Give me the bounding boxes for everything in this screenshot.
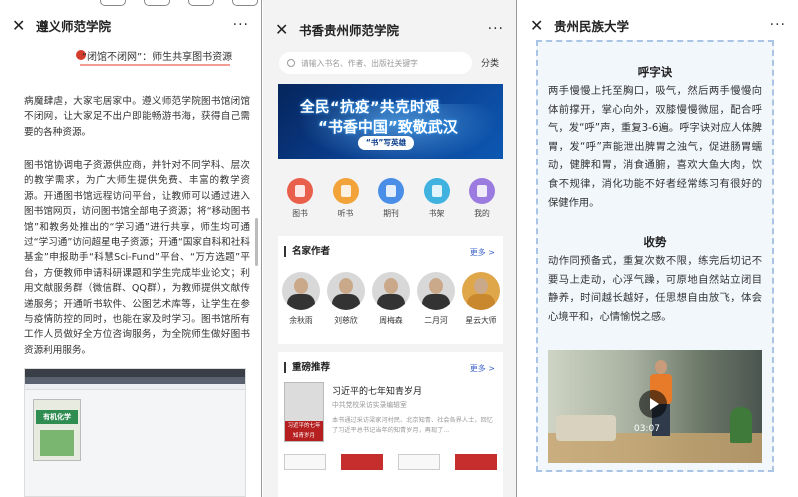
book-item[interactable]: 习近平的七年知青岁月 习近平的七年知青岁月 中共党校采访实录编辑室 本书通过采访… [284,382,497,444]
book-icon [287,178,313,204]
more-icon[interactable]: ··· [770,17,786,33]
paragraph: 病魔肆虐，大家宅居家中。遵义师范学院图书馆闭馆不闭网，让大家足不出户即能畅游书海… [24,96,250,138]
nav-mine[interactable]: 我的 [468,178,496,219]
section-text: 两手慢慢上托至胸口，吸气，然后两手慢慢向体前撑开，掌心向外，双膝慢慢微屈，配合呼… [548,85,762,209]
nav-icons: 图书 听书 期刊 书架 我的 [286,178,496,219]
author-item[interactable]: 星云大师 [460,272,502,326]
book-description: 本书通过采访梁家河村民、北京知青、社会各界人士，回忆了习近平总书记当年的知青岁月… [332,417,493,434]
more-link[interactable]: 更多 > [470,247,495,258]
user-icon [469,178,495,204]
book-thumb[interactable] [284,454,326,470]
book-thumb[interactable] [455,454,497,470]
play-icon[interactable] [639,390,667,418]
book-thumb[interactable] [398,454,440,470]
banner-line1: 全民“抗疫”共克时艰 [300,100,441,116]
avatar [417,272,455,310]
journal-icon [378,178,404,204]
book-cover[interactable]: 有机化学 [33,399,81,461]
book-strip [284,454,497,470]
page-title: 遵义师范学院 [36,18,112,34]
avatar [462,272,500,310]
close-icon[interactable]: ✕ [530,16,546,35]
section-title: 重磅推荐 [284,362,330,373]
authors-card: 名家作者 更多 > 余秋雨 刘慈欣 周梅森 二月河 星云大师 [278,236,503,344]
panel-zunyi: ✕ 遵义师范学院 ··· “闭馆不闭网”：师生共享图书资源 病魔肆虐，大家宅居家… [0,0,262,497]
section-text: 动作同预备式，重复次数不限，练完后切记不要马上走动，心浮气躁，可原地自然站立闭目… [548,255,762,323]
panel-guizhou-normal: ✕ 书香贵州师范学院 ··· 请输入书名、作者、出版社关键字 分类 全民“抗疫”… [263,0,517,497]
close-icon[interactable]: ✕ [275,20,291,39]
recommend-card: 重磅推荐 更多 > 习近平的七年知青岁月 习近平的七年知青岁月 中共党校采访实录… [278,352,503,497]
avatar [327,272,365,310]
more-icon[interactable]: ··· [233,17,249,33]
title-bar: ✕ 书香贵州师范学院 ··· [263,8,516,50]
book-title: 习近平的七年知青岁月 [332,387,423,397]
book-publisher: 中共党校采访实录编辑室 [332,401,407,409]
article-heading: “闭馆不闭网”：师生共享图书资源 [81,52,233,63]
heading-underline [80,64,230,66]
article-frame: 呼字诀 两手慢慢上托至胸口，吸气，然后两手慢慢向体前撑开，掌心向外，双膝慢慢微屈… [536,40,774,472]
more-icon[interactable]: ··· [488,21,504,37]
author-item[interactable]: 二月河 [415,272,457,326]
author-item[interactable]: 周梅森 [370,272,412,326]
nav-journals[interactable]: 期刊 [377,178,405,219]
avatar [372,272,410,310]
close-icon[interactable]: ✕ [12,16,28,35]
more-link[interactable]: 更多 > [470,363,495,374]
book-cover: 习近平的七年知青岁月 [284,382,324,442]
scrollbar[interactable] [255,218,258,266]
section-title: 收势 [643,235,667,249]
banner-line2: “书香中国”致敬武汉 [318,118,458,136]
category-link[interactable]: 分类 [481,56,499,69]
search-input[interactable]: 请输入书名、作者、出版社关键字 [279,52,472,74]
nav-audiobooks[interactable]: 听书 [332,178,360,219]
banner[interactable]: 全民“抗疫”共克时艰 “书香中国”致敬武汉 “书”写英雄 [278,84,503,159]
embedded-screenshot: 有机化学 [24,368,246,497]
search-placeholder: 请输入书名、作者、出版社关键字 [301,58,418,68]
video-duration: 03:07 [634,424,660,434]
nav-books[interactable]: 图书 [286,178,314,219]
title-bar: ✕ 遵义师范学院 ··· [0,4,261,46]
search-icon [287,59,295,67]
page-title: 书香贵州师范学院 [299,22,400,38]
nav-bookshelf[interactable]: 书架 [423,178,451,219]
bookshelf-icon [423,178,450,204]
book-cover-text: 习近平的七年知青岁月 [285,421,323,441]
panel-guizhou-minzu: ✕ 贵州民族大学 ··· 呼字诀 两手慢慢上托至胸口，吸气，然后两手慢慢向体前撑… [518,0,798,497]
book-cover-title: 有机化学 [36,410,78,424]
paragraph: 图书馆协调电子资源供应商，并针对不同学科、层次的教学需求，为广大师生提供免费、丰… [24,160,250,356]
author-item[interactable]: 余秋雨 [280,272,322,326]
avatar [282,272,320,310]
page-title: 贵州民族大学 [554,18,630,34]
book-thumb[interactable] [341,454,383,470]
headphones-icon [332,178,359,204]
author-item[interactable]: 刘慈欣 [325,272,367,326]
video-player[interactable]: 03:07 [548,350,762,463]
banner-button[interactable]: “书”写英雄 [358,136,414,150]
section-title: 名家作者 [284,246,330,257]
section-title: 呼字诀 [637,65,673,79]
